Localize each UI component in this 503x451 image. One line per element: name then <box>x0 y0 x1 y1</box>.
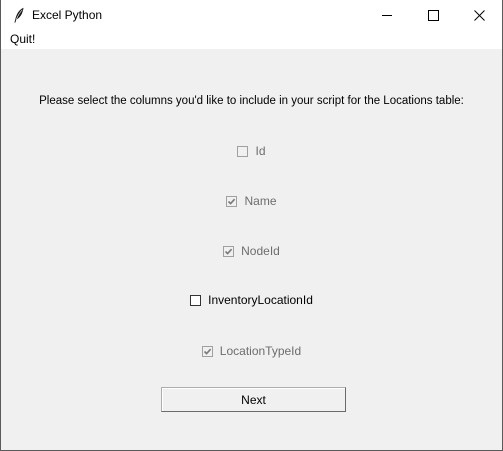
close-button[interactable] <box>456 0 502 30</box>
window-title: Excel Python <box>32 8 103 22</box>
minimize-button[interactable] <box>364 0 410 30</box>
checkbox-inventorylocationid[interactable]: InventoryLocationId <box>1 293 502 307</box>
title-bar[interactable]: Excel Python <box>1 0 502 30</box>
next-button[interactable]: Next <box>161 387 346 412</box>
checkbox-box[interactable] <box>190 294 202 306</box>
checkbox-label: InventoryLocationId <box>208 293 313 307</box>
checkbox-box[interactable] <box>201 345 213 357</box>
checkbox-box[interactable] <box>223 245 235 257</box>
checkbox-box[interactable] <box>226 195 238 207</box>
checkmark-icon <box>225 248 233 255</box>
checkbox-nodeid[interactable]: NodeId <box>1 244 502 258</box>
checkbox-label: Id <box>255 144 266 158</box>
checkbox-name[interactable]: Name <box>1 194 502 208</box>
checkmark-icon <box>203 348 211 355</box>
maximize-icon <box>427 9 439 21</box>
close-icon <box>473 9 485 21</box>
instruction-text: Please select the columns you'd like to … <box>39 95 464 107</box>
app-window: Excel Python Quit! Please select the col… <box>0 0 503 451</box>
checkbox-locationtypeid[interactable]: LocationTypeId <box>1 344 502 358</box>
checkbox-id[interactable]: Id <box>1 144 502 158</box>
checkbox-label: LocationTypeId <box>219 344 302 358</box>
quit-menu-item[interactable]: Quit! <box>10 32 35 47</box>
maximize-button[interactable] <box>410 0 456 30</box>
checkmark-icon <box>228 198 236 205</box>
menu-bar: Quit! <box>1 30 502 49</box>
checkbox-label: NodeId <box>241 244 280 258</box>
checkbox-label: Name <box>244 194 277 208</box>
minimize-icon <box>382 10 392 20</box>
checkbox-box[interactable] <box>237 145 249 157</box>
feather-icon <box>13 7 25 23</box>
